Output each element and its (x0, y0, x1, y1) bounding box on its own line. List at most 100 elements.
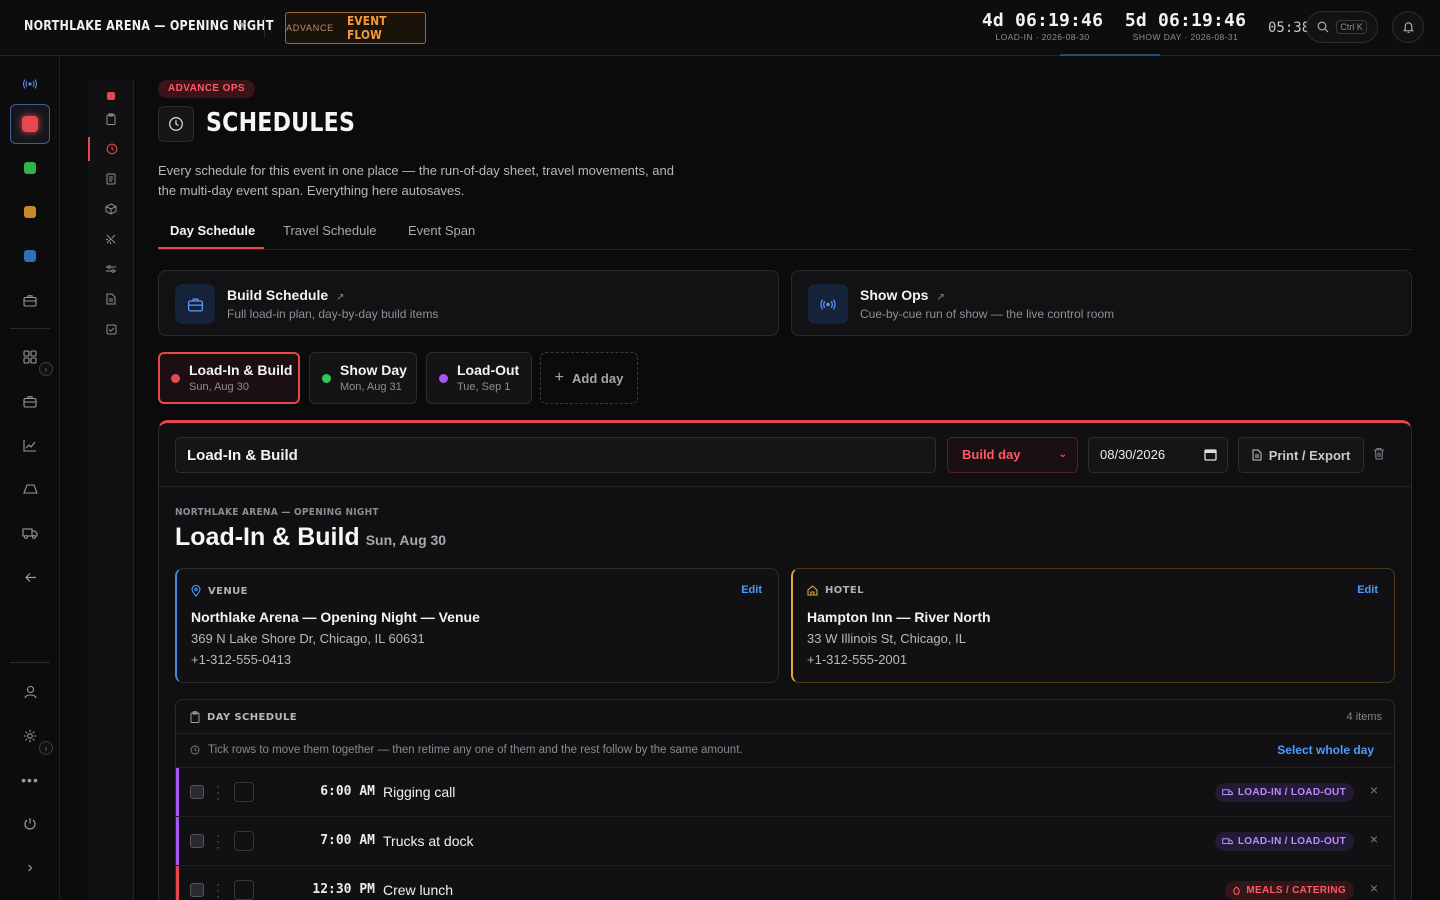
category-badge[interactable]: LOAD-IN / LOAD-OUT (1214, 832, 1354, 851)
external-link-icon: ↗ (936, 292, 945, 303)
expand-group-icon[interactable]: › (39, 741, 53, 755)
red-module-icon[interactable] (10, 104, 50, 144)
briefcase-icon[interactable] (10, 381, 50, 421)
more-icon[interactable]: ••• (10, 760, 50, 800)
advance-label: ADVANCE (286, 23, 334, 33)
drag-handle-icon[interactable]: · · · (216, 829, 220, 853)
row-checkbox[interactable] (190, 883, 204, 897)
status-dot (439, 374, 448, 383)
power-icon[interactable] (10, 804, 50, 844)
checklist-icon[interactable] (88, 317, 134, 341)
user-icon[interactable] (10, 672, 50, 712)
schedule-row[interactable]: · · · 7:00 AM Trucks at dock LOAD-IN / LOA… (176, 817, 1394, 866)
tab-travel-schedule[interactable]: Travel Schedule (283, 223, 376, 238)
section-badge: ADVANCE OPS (158, 80, 256, 98)
calendar-icon[interactable] (1204, 448, 1217, 461)
hotel-label: HOTEL (825, 585, 864, 596)
document-date: Sun, Aug 30 (365, 532, 447, 548)
clock-icon (190, 745, 200, 755)
tab-day-schedule[interactable]: Day Schedule (170, 223, 255, 238)
build-schedule-card[interactable]: Build Schedule ↗ Full load-in plan, day-b… (158, 270, 779, 336)
tab-event-span[interactable]: Event Span (408, 223, 475, 238)
advance-event-flow-button[interactable]: ADVANCE EVENT FLOW (285, 12, 426, 44)
live-dot-icon[interactable] (88, 84, 134, 108)
amber-module-icon[interactable] (10, 192, 50, 232)
row-select-box[interactable] (234, 880, 254, 900)
expand-icon[interactable]: › (10, 848, 50, 888)
show-ops-card[interactable]: Show Ops ↗ Cue-by-cue run of show — the l… (791, 270, 1412, 336)
category-badge[interactable]: MEALS / CATERING (1225, 881, 1354, 900)
clock-icon (158, 106, 194, 142)
chart-icon[interactable] (10, 425, 50, 465)
day-name-input[interactable] (175, 437, 936, 473)
row-label[interactable]: Rigging call (383, 784, 455, 800)
notifications-button[interactable] (1392, 11, 1424, 43)
category-bar (176, 866, 179, 900)
delete-day-button[interactable] (1373, 447, 1385, 463)
row-select-box[interactable] (234, 831, 254, 851)
event-title[interactable]: NORTHLAKE ARENA — OPENING NIGHT (24, 19, 274, 34)
print-export-button[interactable]: Print / Export (1238, 437, 1364, 473)
map-pin-icon (191, 585, 201, 597)
drag-handle-icon[interactable]: · · · (216, 878, 220, 900)
remove-row-icon[interactable]: × (1370, 782, 1378, 798)
row-time[interactable]: 12:30 PM (272, 882, 375, 897)
hotel-card: HOTEL Edit Hampton Inn — River North 33 … (791, 568, 1395, 683)
loadin-countdown: 4d 06:19:46 LOAD-IN · 2026-08-30 (980, 10, 1105, 42)
add-day-button[interactable]: + Add day (540, 352, 638, 404)
document-icon[interactable] (88, 167, 134, 191)
chevron-down-icon[interactable]: ▾ (240, 20, 245, 31)
day-schedule-title: DAY SCHEDULE (190, 711, 297, 723)
stage-icon[interactable] (10, 469, 50, 509)
row-label[interactable]: Crew lunch (383, 882, 453, 898)
venue-card: VENUE Edit Northlake Arena — Opening Nig… (175, 568, 779, 683)
day-type-select[interactable]: Build day ⌄ (947, 437, 1078, 473)
package-icon[interactable] (88, 197, 134, 221)
bell-icon (1402, 21, 1414, 33)
day-date: Mon, Aug 31 (340, 381, 402, 393)
file-icon[interactable] (88, 287, 134, 311)
row-label[interactable]: Trucks at dock (383, 833, 474, 849)
clipboard-icon[interactable] (88, 107, 134, 131)
expand-group-icon[interactable]: › (39, 362, 53, 376)
day-chip-load-in[interactable]: Load-In & Build Sun, Aug 30 (158, 352, 300, 404)
row-time[interactable]: 6:00 AM (272, 784, 375, 799)
schedule-hint: Tick rows to move them together — then r… (190, 744, 743, 756)
row-checkbox[interactable] (190, 834, 204, 848)
day-date: Sun, Aug 30 (189, 381, 249, 393)
venue-edit-link[interactable]: Edit (741, 584, 762, 596)
clipboard-icon (190, 711, 200, 723)
row-time[interactable]: 7:00 AM (272, 833, 375, 848)
row-select-box[interactable] (234, 782, 254, 802)
schedule-row[interactable]: · · · 6:00 AM Rigging call LOAD-IN / LOAD-… (176, 768, 1394, 817)
schedule-row[interactable]: · · · 12:30 PM Crew lunch MEALS / CATERING… (176, 866, 1394, 900)
hotel-edit-link[interactable]: Edit (1357, 584, 1378, 596)
remove-row-icon[interactable]: × (1370, 831, 1378, 847)
day-date-input[interactable]: 08/30/2026 (1088, 437, 1228, 473)
blue-module-icon[interactable] (10, 236, 50, 276)
build-schedule-title: Build Schedule ↗ (227, 287, 345, 303)
showday-countdown: 5d 06:19:46 SHOW DAY · 2026-08-31 (1122, 10, 1249, 42)
broadcast-icon[interactable] (10, 64, 50, 104)
category-badge[interactable]: LOAD-IN / LOAD-OUT (1214, 783, 1354, 802)
plane-icon[interactable] (88, 227, 134, 251)
truck-icon[interactable] (10, 513, 50, 553)
day-chip-load-out[interactable]: Load-Out Tue, Sep 1 (426, 352, 532, 404)
row-checkbox[interactable] (190, 785, 204, 799)
remove-row-icon[interactable]: × (1370, 880, 1378, 896)
venue-label: VENUE (208, 585, 248, 597)
clock-icon[interactable] (88, 137, 134, 161)
select-whole-day-button[interactable]: Select whole day (1277, 743, 1374, 757)
divider (10, 328, 50, 329)
briefcase-icon[interactable] (10, 280, 50, 320)
green-module-icon[interactable] (10, 148, 50, 188)
search-icon (1317, 21, 1329, 33)
plus-icon: + (554, 369, 565, 386)
showday-countdown-value: 5d 06:19:46 (1124, 10, 1247, 31)
back-arrow-icon[interactable] (10, 557, 50, 597)
hotel-header: HOTEL (807, 585, 864, 596)
day-chip-show-day[interactable]: Show Day Mon, Aug 31 (309, 352, 417, 404)
search-button[interactable]: Ctrl K (1306, 11, 1378, 43)
sliders-icon[interactable] (88, 257, 134, 281)
drag-handle-icon[interactable]: · · · (216, 780, 220, 804)
